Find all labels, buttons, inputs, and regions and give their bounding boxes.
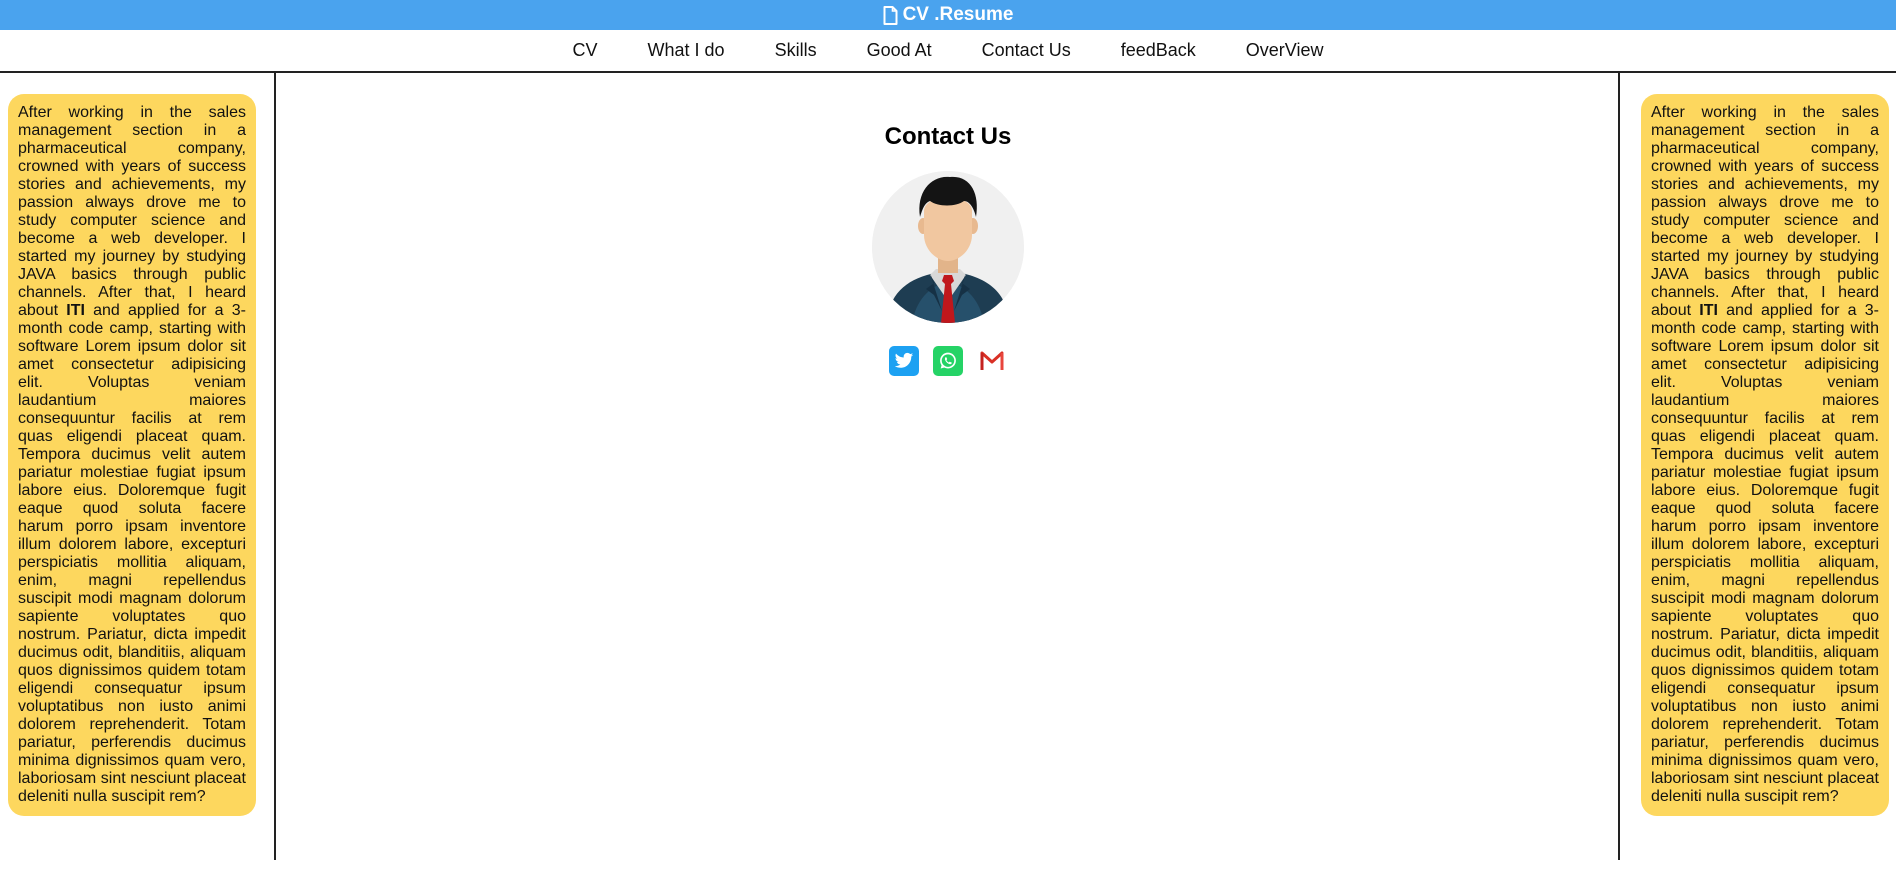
nav-item-cv[interactable]: CV (548, 29, 623, 72)
twitter-icon[interactable] (889, 346, 919, 376)
social-links (278, 346, 1618, 376)
brand[interactable]: CV .Resume (883, 4, 1014, 26)
left-sidebar: After working in the sales management se… (0, 73, 276, 860)
top-header-bar: CV .Resume (0, 0, 1896, 30)
main-content: Contact Us (278, 73, 1618, 860)
bio-text-start: After working in the sales management se… (1651, 104, 1879, 319)
gmail-icon[interactable] (977, 346, 1007, 376)
file-icon (883, 5, 898, 25)
nav-item-what-i-do[interactable]: What I do (623, 29, 750, 72)
main-navigation: CV What I do Skills Good At Contact Us f… (0, 30, 1896, 73)
bio-text-bold: ITI (1699, 302, 1718, 319)
bio-card: After working in the sales management se… (1641, 94, 1889, 816)
bio-text-end: and applied for a 3-month code camp, sta… (1651, 302, 1880, 805)
bio-text-start: After working in the sales management se… (18, 104, 246, 319)
right-sidebar: After working in the sales management se… (1618, 73, 1896, 860)
person-avatar (872, 171, 1024, 323)
nav-item-feedback[interactable]: feedBack (1096, 29, 1221, 72)
nav-item-skills[interactable]: Skills (750, 29, 842, 72)
bio-text-end: and applied for a 3-month code camp, sta… (18, 302, 247, 805)
bio-text-bold: ITI (66, 302, 85, 319)
whatsapp-icon[interactable] (933, 346, 963, 376)
page-title: Contact Us (884, 123, 1012, 150)
nav-item-good-at[interactable]: Good At (842, 29, 957, 72)
brand-title: CV .Resume (902, 4, 1014, 25)
bio-card: After working in the sales management se… (8, 94, 256, 816)
nav-item-contact-us[interactable]: Contact Us (957, 29, 1096, 72)
nav-item-overview[interactable]: OverView (1221, 29, 1349, 72)
